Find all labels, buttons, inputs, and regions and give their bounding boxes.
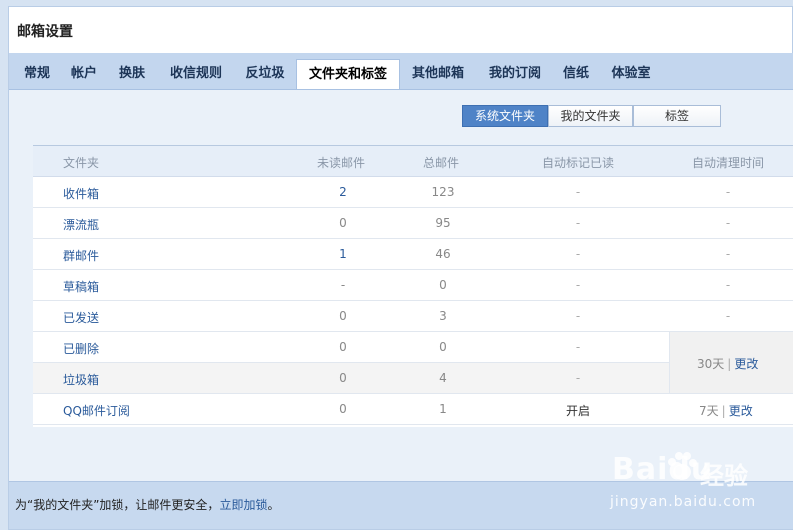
auto-read-value: - (575, 371, 581, 385)
table-row: 收件箱 2 123 - - (33, 177, 793, 208)
folder-name-link[interactable]: 群邮件 (63, 247, 99, 264)
edit-clean-link[interactable]: 更改 (729, 404, 753, 418)
segment-my-folders[interactable]: 我的文件夹 (548, 105, 633, 127)
unread-count: 2 (339, 185, 347, 199)
total-count: 3 (439, 309, 447, 323)
folder-name-link[interactable]: 漂流瓶 (63, 216, 99, 233)
baidu-watermark-url: jingyan.baidu.com (610, 494, 757, 510)
table-row: QQ邮件订阅 0 1 开启 7天 | 更改 (33, 394, 793, 425)
footer-tip: 为“我的文件夹”加锁，让邮件更安全，立即加锁。 (15, 496, 279, 513)
tab-general[interactable]: 常规 (19, 59, 55, 89)
settings-tabbar: 常规 帐户 换肤 收信规则 反垃圾 文件夹和标签 其他邮箱 我的订阅 信纸 体验… (9, 53, 793, 90)
separator: | (727, 357, 732, 371)
tab-skin[interactable]: 换肤 (114, 59, 150, 89)
header-total: 总邮件 (423, 156, 460, 170)
auto-clean-value: - (725, 185, 731, 199)
table-header: 文件夹 未读邮件 总邮件 自动标记已读 自动清理时间 (33, 146, 793, 177)
tab-folders-labels[interactable]: 文件夹和标签 (296, 59, 400, 89)
folder-name-link[interactable]: QQ邮件订阅 (63, 402, 130, 419)
unread-count: 0 (339, 309, 347, 323)
folder-name-link[interactable]: 垃圾箱 (63, 371, 99, 388)
total-count: 0 (439, 278, 447, 292)
folder-name-link[interactable]: 已发送 (63, 309, 99, 326)
total-count: 0 (439, 340, 447, 354)
auto-read-value: - (575, 216, 581, 230)
auto-clean-value: - (725, 278, 731, 292)
auto-clean-days: 7天 (699, 404, 719, 418)
lock-now-link[interactable]: 立即加锁 (219, 498, 267, 512)
auto-clean-value: - (725, 309, 731, 323)
footer-tip-end: 。 (267, 498, 280, 512)
unread-count: 0 (339, 402, 347, 416)
auto-read-value: - (575, 340, 581, 354)
header-unread: 未读邮件 (317, 156, 366, 170)
unread-count: - (340, 278, 346, 292)
tab-account[interactable]: 帐户 (67, 59, 101, 89)
auto-clean-merged-cell: 30天 | 更改 (669, 332, 793, 394)
total-count: 1 (439, 402, 447, 416)
auto-read-value: 开启 (565, 404, 590, 418)
separator: | (721, 404, 726, 418)
tab-antispam[interactable]: 反垃圾 (240, 59, 290, 89)
auto-read-value: - (575, 278, 581, 292)
auto-clean-days: 30天 (697, 357, 725, 371)
table-row: 漂流瓶 0 95 - - (33, 208, 793, 239)
total-count: 46 (435, 247, 451, 261)
total-count: 95 (435, 216, 451, 230)
folder-name-link[interactable]: 已删除 (63, 340, 99, 357)
baidu-watermark-cn: 经验 (700, 462, 748, 490)
total-count: 4 (439, 371, 447, 385)
unread-count: 0 (339, 340, 347, 354)
unread-count: 0 (339, 216, 347, 230)
paw-icon (668, 452, 697, 480)
auto-read-value: - (575, 247, 581, 261)
table-row: 草稿箱 - 0 - - (33, 270, 793, 301)
footer-tip-text: 为“我的文件夹”加锁，让邮件更安全， (15, 498, 220, 512)
tab-other-mailbox[interactable]: 其他邮箱 (407, 59, 469, 89)
auto-read-value: - (575, 309, 581, 323)
window-title: 邮箱设置 (17, 24, 73, 40)
auto-clean-value: - (725, 216, 731, 230)
auto-clean-value: - (725, 247, 731, 261)
header-auto-clean: 自动清理时间 (692, 156, 765, 170)
table-row: 群邮件 1 46 - - (33, 239, 793, 270)
tab-stationery[interactable]: 信纸 (559, 59, 593, 89)
tab-lab[interactable]: 体验室 (607, 59, 655, 89)
segment-system-folders[interactable]: 系统文件夹 (462, 105, 548, 127)
table-row: 已发送 0 3 - - (33, 301, 793, 332)
unread-count: 0 (339, 371, 347, 385)
auto-read-value: - (575, 185, 581, 199)
folder-table: 文件夹 未读邮件 总邮件 自动标记已读 自动清理时间 收件箱 2 123 - -… (33, 145, 793, 427)
header-folder: 文件夹 (63, 156, 100, 170)
header-auto-read: 自动标记已读 (542, 156, 615, 170)
folder-name-link[interactable]: 草稿箱 (63, 278, 99, 295)
auto-clean-setting: 7天 | 更改 (699, 402, 753, 419)
folder-name-link[interactable]: 收件箱 (63, 185, 99, 202)
total-count: 123 (431, 185, 455, 199)
edit-clean-link[interactable]: 更改 (734, 357, 758, 371)
tab-my-subscriptions[interactable]: 我的订阅 (483, 59, 547, 89)
unread-count: 1 (339, 247, 347, 261)
tab-mail-rules[interactable]: 收信规则 (164, 59, 228, 89)
segment-labels[interactable]: 标签 (633, 105, 721, 127)
